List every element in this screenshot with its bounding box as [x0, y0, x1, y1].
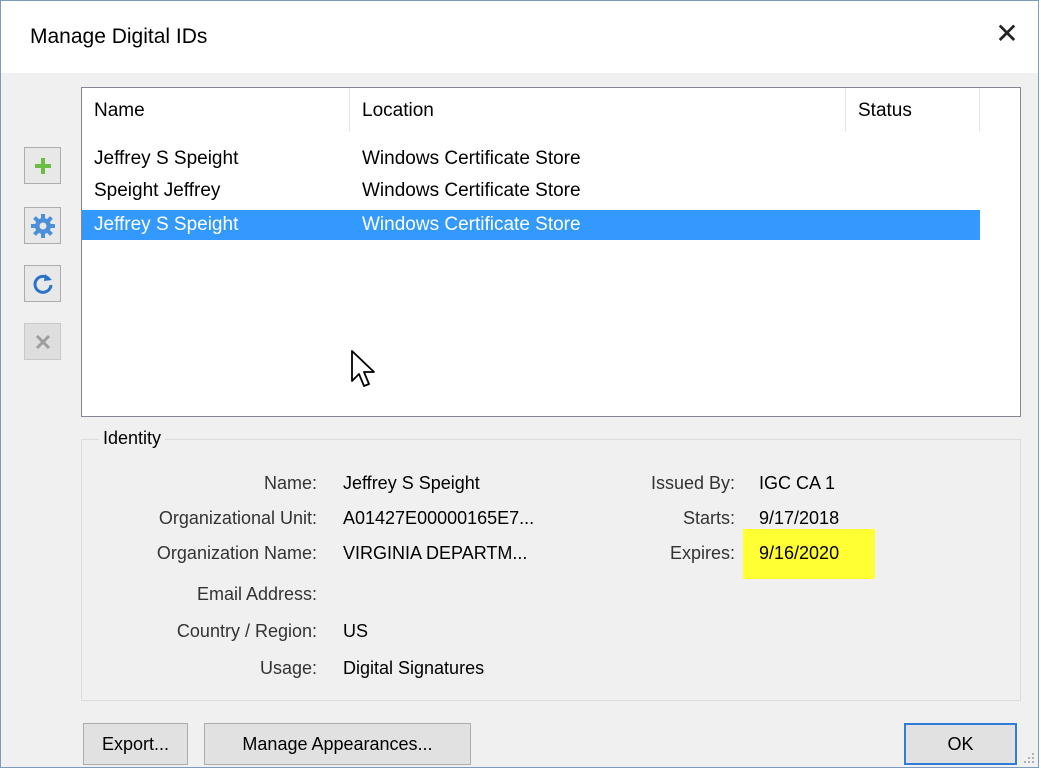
org-unit-value: A01427E00000165E7... [343, 508, 535, 528]
issued-by-label: Issued By: [650, 473, 735, 493]
title-bar: Manage Digital IDs ✕ [1, 1, 1038, 73]
row-location: Windows Certificate Store [362, 214, 581, 235]
column-header-location[interactable]: Location [350, 88, 846, 132]
row-name: Speight Jeffrey [94, 180, 221, 201]
issued-by-value: IGC CA 1 [759, 473, 836, 493]
digital-id-list[interactable]: Name Location Status Jeffrey S Speight W… [81, 87, 1021, 417]
export-button[interactable]: Export... [83, 723, 188, 765]
close-icon[interactable]: ✕ [990, 17, 1024, 51]
add-id-button[interactable] [24, 147, 61, 184]
resize-grip-icon[interactable] [1021, 750, 1035, 764]
name-value: Jeffrey S Speight [343, 473, 480, 493]
gear-icon [30, 213, 55, 238]
list-header: Name Location Status [82, 88, 1020, 132]
name-label: Name: [263, 473, 317, 493]
usage-label: Usage: [259, 658, 317, 678]
ok-button[interactable]: OK [904, 723, 1017, 765]
identity-group-label: Identity [99, 428, 166, 449]
table-row[interactable]: Jeffrey S Speight Windows Certificate St… [82, 144, 980, 174]
settings-button[interactable] [24, 207, 61, 244]
country-value: US [343, 621, 369, 641]
expires-label: Expires: [669, 543, 735, 563]
row-name: Jeffrey S Speight [94, 148, 239, 169]
usage-value: Digital Signatures [343, 658, 485, 678]
add-icon [34, 157, 51, 174]
row-location: Windows Certificate Store [362, 148, 581, 169]
org-name-label: Organization Name: [156, 543, 317, 563]
org-name-value: VIRGINIA DEPARTM... [343, 543, 528, 563]
column-header-status[interactable]: Status [846, 88, 980, 132]
refresh-icon [33, 273, 52, 294]
email-label: Email Address: [196, 584, 317, 604]
row-location: Windows Certificate Store [362, 180, 581, 201]
table-row-selected[interactable]: Jeffrey S Speight Windows Certificate St… [82, 210, 980, 240]
remove-icon [35, 334, 50, 349]
starts-value: 9/17/2018 [759, 508, 840, 528]
table-row[interactable]: Speight Jeffrey Windows Certificate Stor… [82, 176, 980, 206]
window-title: Manage Digital IDs [30, 25, 208, 48]
org-unit-label: Organizational Unit: [158, 508, 317, 528]
identity-group [81, 439, 1021, 701]
remove-id-button[interactable] [24, 323, 61, 360]
row-name: Jeffrey S Speight [94, 214, 239, 235]
manage-appearances-button[interactable]: Manage Appearances... [204, 723, 471, 765]
column-header-name[interactable]: Name [82, 88, 350, 132]
country-label: Country / Region: [176, 621, 317, 641]
mouse-pointer-icon [351, 350, 375, 387]
refresh-button[interactable] [24, 265, 61, 302]
starts-label: Starts: [682, 508, 735, 528]
expires-value: 9/16/2020 [759, 543, 840, 563]
manage-digital-ids-dialog: Manage Digital IDs ✕ Name Location Statu… [0, 0, 1039, 768]
